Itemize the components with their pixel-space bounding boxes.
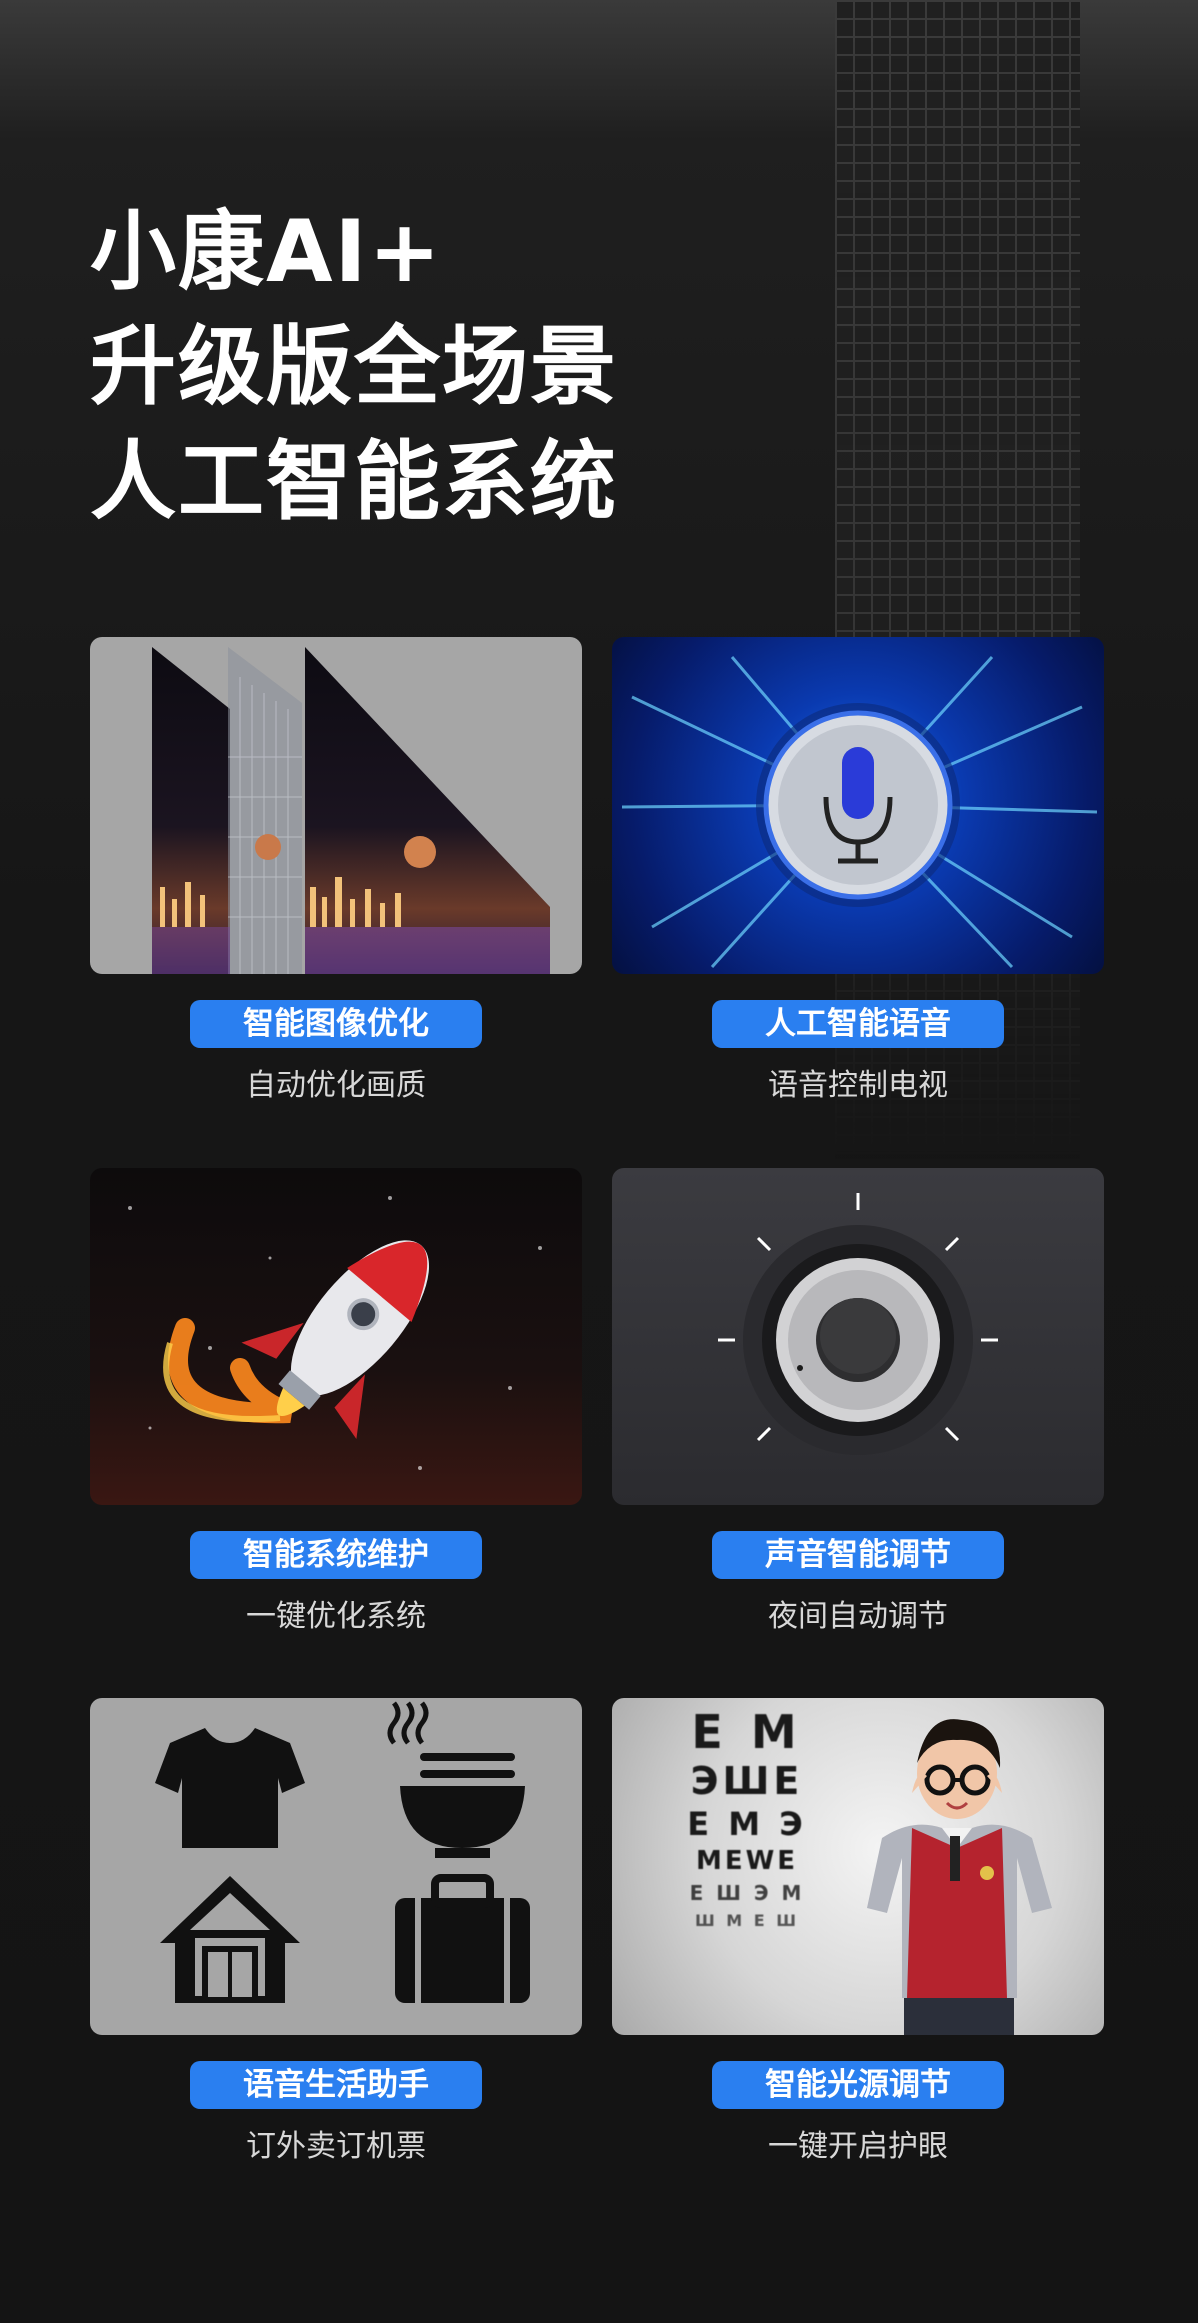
microphone-icon [612, 637, 1104, 974]
suitcase-icon [395, 1874, 530, 2003]
title-line-3: 人工智能系统 [90, 432, 618, 532]
rocket-icon [90, 1168, 582, 1505]
feature-desc: 自动优化画质 [246, 1068, 426, 1103]
feature-tag: 人工智能语音 [712, 1000, 1004, 1048]
feature-card-sound-adjustment: 声音智能调节 夜间自动调节 [612, 1168, 1104, 1635]
child-figure [867, 1719, 1052, 2035]
feature-card-ai-voice: 人工智能语音 语音控制电视 [612, 637, 1104, 1104]
feature-tag: 语音生活助手 [190, 2061, 482, 2109]
feature-card-system-maintenance: 智能系统维护 一键优化系统 [90, 1168, 582, 1635]
life-services-icons [90, 1698, 582, 2035]
tv-layers-image [90, 637, 582, 974]
feature-desc: 语音控制电视 [768, 1068, 948, 1103]
title-line-1: 小康AI+ [90, 202, 443, 302]
feature-card-image-optimization: 智能图像优化 自动优化画质 [90, 637, 582, 1104]
volume-knob-icon [612, 1168, 1104, 1505]
feature-tag: 智能光源调节 [712, 2061, 1004, 2109]
feature-card-life-assistant: 语音生活助手 订外卖订机票 [90, 1698, 582, 2165]
feature-tag: 声音智能调节 [712, 1531, 1004, 1579]
feature-card-light-adjustment: E M ЭШE E M Э MEWE E Ш Э M Ш M E Ш 智能光源调… [612, 1698, 1104, 2165]
feature-desc: 订外卖订机票 [246, 2129, 426, 2164]
feature-desc: 一键开启护眼 [768, 2129, 948, 2164]
page-title: 小康AI+ 升级版全场景 人工智能系统 [90, 195, 618, 540]
eye-chart-child-image: E M ЭШE E M Э MEWE E Ш Э M Ш M E Ш [612, 1698, 1104, 2035]
feature-tag: 智能图像优化 [190, 1000, 482, 1048]
noodle-bowl-icon [387, 1701, 525, 1858]
feature-tag: 智能系统维护 [190, 1531, 482, 1579]
feature-desc: 夜间自动调节 [768, 1599, 948, 1634]
title-line-2: 升级版全场景 [90, 317, 618, 417]
feature-desc: 一键优化系统 [246, 1599, 426, 1634]
tshirt-icon [155, 1728, 305, 1848]
house-icon [160, 1876, 300, 2003]
